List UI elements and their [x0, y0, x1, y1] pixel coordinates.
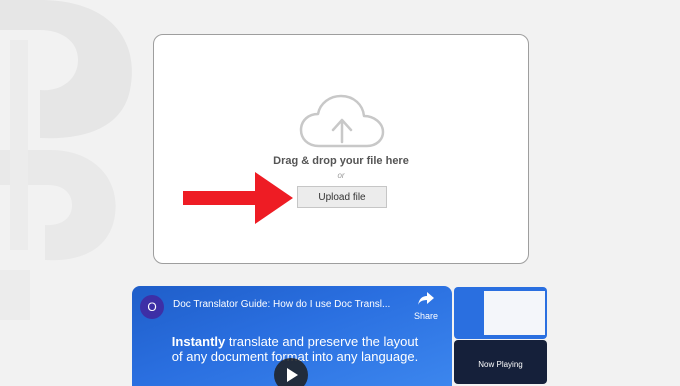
share-label: Share — [413, 311, 439, 321]
playlist-now-playing-thumbnail[interactable]: Now Playing — [454, 340, 547, 384]
upload-file-button[interactable]: Upload file — [297, 186, 387, 208]
file-drop-zone[interactable]: Drag & drop your file here or Upload fil… — [153, 34, 529, 264]
now-playing-label: Now Playing — [478, 360, 523, 369]
red-arrow-pointer — [183, 172, 293, 224]
video-title[interactable]: Doc Translator Guide: How do I use Doc T… — [173, 299, 393, 310]
thumbnail-preview — [484, 291, 545, 335]
cloud-upload-icon — [299, 94, 385, 148]
background-decoration — [0, 0, 132, 320]
playlist-thumbnail[interactable] — [454, 287, 547, 339]
play-icon — [287, 368, 298, 382]
share-button[interactable]: Share — [411, 292, 441, 321]
channel-avatar[interactable]: O — [140, 295, 164, 319]
drag-drop-label: Drag & drop your file here — [273, 155, 409, 167]
share-icon — [418, 292, 434, 305]
video-player[interactable]: O Doc Translator Guide: How do I use Doc… — [132, 286, 452, 386]
video-caption-bold: Instantly — [171, 334, 226, 349]
